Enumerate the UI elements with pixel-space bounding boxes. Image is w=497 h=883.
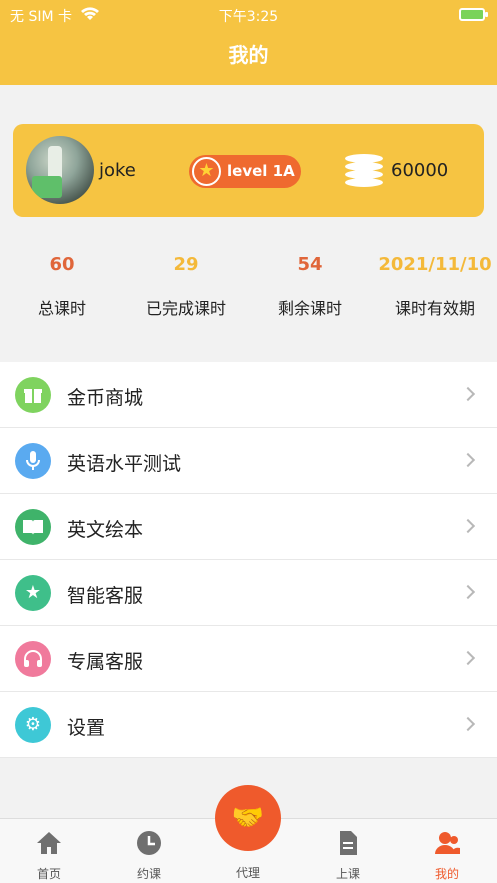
page-title: 我的 bbox=[0, 30, 497, 85]
tab-book-class[interactable]: 约课 bbox=[104, 819, 194, 883]
menu-item-label: 英语水平测试 bbox=[67, 453, 182, 475]
menu-item-label: 英文绘本 bbox=[67, 519, 144, 541]
clock-icon bbox=[135, 829, 163, 857]
stat-label: 总课时 bbox=[37, 299, 86, 318]
tab-label: 上课 bbox=[335, 867, 360, 881]
avatar[interactable] bbox=[26, 136, 94, 204]
headphones-icon bbox=[15, 641, 51, 677]
battery-icon bbox=[459, 8, 488, 21]
agent-button[interactable]: 🤝 bbox=[215, 785, 281, 851]
coin-amount: 60000 bbox=[391, 160, 449, 181]
star-icon: ★ bbox=[192, 157, 221, 186]
stat-label: 课时有效期 bbox=[394, 299, 475, 318]
star-icon: ★ bbox=[15, 575, 51, 611]
course-stats: 60 总课时 29 已完成课时 54 剩余课时 2021/11/10 课时有效期 bbox=[0, 250, 497, 340]
stat-value: 2021/11/10 bbox=[378, 254, 492, 275]
stat-value: 54 bbox=[297, 254, 323, 275]
profile-card[interactable]: joke ★ level 1A 60000 bbox=[13, 124, 484, 217]
home-icon bbox=[35, 829, 63, 857]
menu-item-dedicated-service[interactable]: 专属客服 bbox=[0, 626, 497, 692]
menu-item-label: 专属客服 bbox=[67, 651, 144, 673]
stat-expiry-date: 2021/11/10 课时有效期 bbox=[373, 250, 497, 319]
chevron-right-icon bbox=[460, 386, 476, 402]
level-badge[interactable]: ★ level 1A bbox=[189, 155, 301, 188]
tab-home[interactable]: 首页 bbox=[4, 819, 94, 883]
menu-item-label: 金币商城 bbox=[67, 387, 144, 409]
menu-item-smart-service[interactable]: ★ 智能客服 bbox=[0, 560, 497, 626]
stat-value: 29 bbox=[173, 254, 199, 275]
stat-label: 剩余课时 bbox=[277, 299, 342, 318]
menu-list: 金币商城 英语水平测试 英文绘本 ★ 智能客服 专属客服 ⚙ 设置 bbox=[0, 362, 497, 758]
menu-item-picture-books[interactable]: 英文绘本 bbox=[0, 494, 497, 560]
document-icon bbox=[334, 829, 362, 857]
status-bar: 无 SIM 卡 下午3:25 bbox=[0, 0, 497, 30]
tab-attend-class[interactable]: 上课 bbox=[303, 819, 393, 883]
chevron-right-icon bbox=[460, 518, 476, 534]
chevron-right-icon bbox=[460, 452, 476, 468]
chevron-right-icon bbox=[460, 716, 476, 732]
tab-mine[interactable]: 我的 bbox=[402, 819, 492, 883]
username: joke bbox=[99, 160, 136, 181]
menu-item-coin-mall[interactable]: 金币商城 bbox=[0, 362, 497, 428]
book-icon bbox=[15, 509, 51, 545]
user-icon bbox=[433, 829, 461, 857]
coin-stack-icon bbox=[345, 154, 383, 188]
menu-item-english-test[interactable]: 英语水平测试 bbox=[0, 428, 497, 494]
stat-completed-hours: 29 已完成课时 bbox=[124, 250, 248, 319]
gear-icon: ⚙ bbox=[15, 707, 51, 743]
stat-remaining-hours: 54 剩余课时 bbox=[248, 250, 372, 319]
level-label: level 1A bbox=[227, 162, 295, 180]
menu-item-label: 智能客服 bbox=[67, 585, 144, 607]
tab-label: 约课 bbox=[136, 867, 161, 881]
gift-icon bbox=[15, 377, 51, 413]
stat-label: 已完成课时 bbox=[145, 299, 226, 318]
chevron-right-icon bbox=[460, 650, 476, 666]
handshake-icon: 🤝 bbox=[231, 803, 265, 833]
clock-text: 下午3:25 bbox=[218, 9, 279, 25]
stat-value: 60 bbox=[49, 254, 75, 275]
menu-item-settings[interactable]: ⚙ 设置 bbox=[0, 692, 497, 758]
tab-label: 我的 bbox=[434, 867, 459, 881]
menu-item-label: 设置 bbox=[67, 717, 106, 739]
microphone-icon bbox=[15, 443, 51, 479]
stat-total-hours: 60 总课时 bbox=[0, 250, 124, 319]
tab-label: 首页 bbox=[36, 867, 61, 881]
agent-label: 代理 bbox=[235, 866, 260, 880]
chevron-right-icon bbox=[460, 584, 476, 600]
